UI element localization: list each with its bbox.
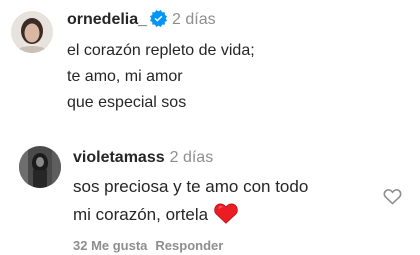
- comment-line: que especial sos: [67, 94, 187, 111]
- comment-text: sos preciosa y te amo con todo mi corazó…: [73, 173, 308, 233]
- red-heart-icon: [214, 203, 238, 233]
- comment-line: mi corazón, ortela: [73, 205, 209, 224]
- likes-count[interactable]: 32 Me gusta: [73, 238, 147, 253]
- profile-photo-icon: [11, 11, 53, 53]
- comment-header: violetamass 2 días: [73, 148, 213, 168]
- reply-button[interactable]: Responder: [155, 238, 223, 253]
- avatar[interactable]: [11, 11, 53, 53]
- profile-photo-icon: [19, 146, 61, 188]
- like-heart-icon[interactable]: [383, 187, 402, 210]
- username[interactable]: violetamass: [73, 149, 165, 166]
- comment-line: te amo, mi amor: [67, 68, 183, 85]
- verified-badge-icon: [150, 10, 168, 33]
- timestamp[interactable]: 2 días: [172, 11, 216, 28]
- comment-actions: 32 Me gusta Responder: [73, 238, 223, 253]
- timestamp[interactable]: 2 días: [170, 149, 214, 166]
- comment-line: sos preciosa y te amo con todo: [73, 177, 309, 196]
- comment-text: el corazón repleto de vida; te amo, mi a…: [67, 38, 255, 116]
- comment-line: el corazón repleto de vida;: [67, 42, 255, 59]
- avatar[interactable]: [19, 146, 61, 188]
- comment-header: ornedelia_ 2 días: [67, 10, 216, 33]
- comment-line-with-emoji: mi corazón, ortela: [73, 201, 308, 233]
- username[interactable]: ornedelia_: [67, 11, 147, 28]
